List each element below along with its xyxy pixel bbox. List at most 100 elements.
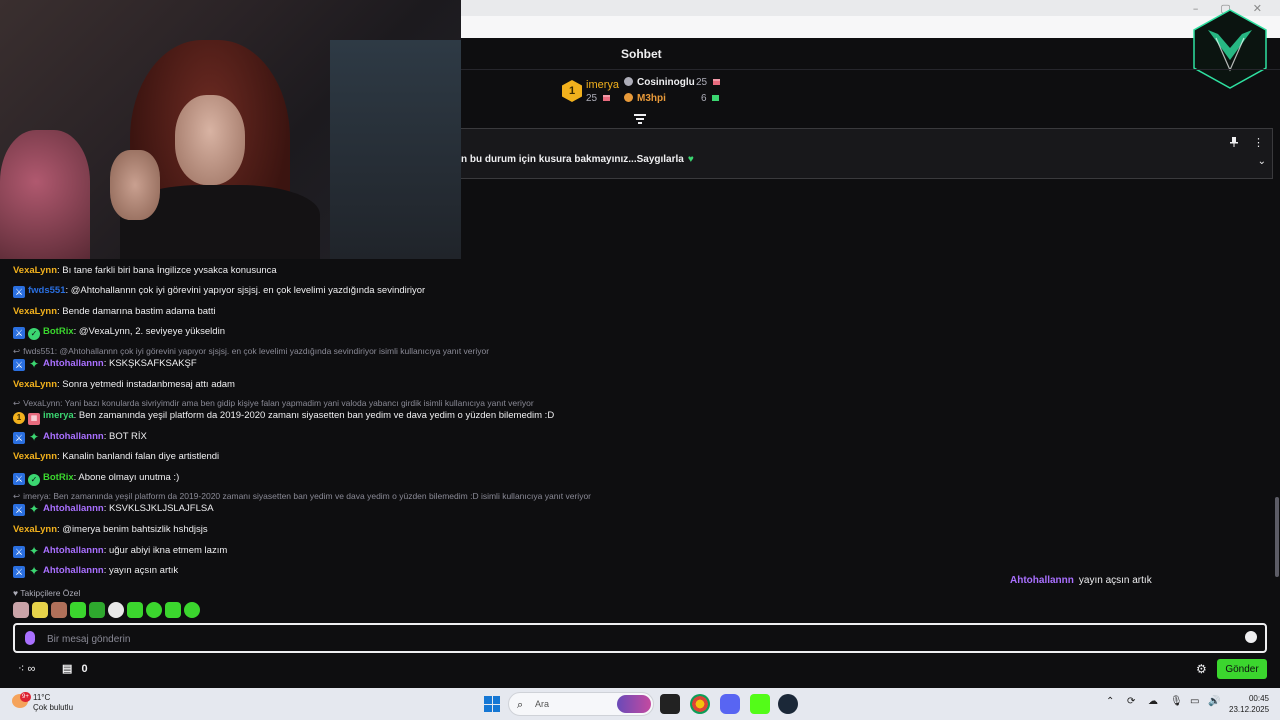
chat-message: ⚔ ✦ Ahtohallannn: uğur abiyi ikna etmem la… [13, 545, 227, 558]
cloud-off-icon[interactable]: ☁ [1148, 696, 1158, 707]
gift-badge-icon: ▦ [28, 413, 40, 425]
chat-username[interactable]: imerya [43, 410, 74, 421]
chat-username[interactable]: fwds551 [28, 285, 66, 296]
leader-first-name[interactable]: imerya [586, 79, 619, 91]
chat-username[interactable]: Ahtohallannn [43, 545, 104, 556]
reply-context[interactable]: ↩ VexaLynn: Yani bazı konularda sivriyimd… [13, 398, 534, 409]
chat-username[interactable]: BotRix [43, 326, 74, 337]
chat-username[interactable]: VexaLynn [13, 379, 57, 390]
weather-temp: 11°C [33, 693, 51, 702]
chevron-down-icon[interactable]: ⌄ [1258, 156, 1266, 167]
leader-third[interactable]: M3hpi [624, 93, 666, 104]
clock[interactable]: 00:45 23.12.2025 [1229, 693, 1269, 715]
chat-text: : Bı tane farkli biri bana İngilizce yvs… [57, 265, 277, 276]
chat-username[interactable]: Ahtohallannn [43, 358, 104, 369]
emote-green-2-icon[interactable] [89, 602, 105, 618]
leader-second-count: 25 [696, 77, 708, 88]
chat-username[interactable]: BotRix [43, 472, 74, 483]
chat-text: : yayın açsın artık [103, 565, 179, 576]
leader-first-count: 25 [586, 93, 598, 104]
chrome-icon[interactable] [690, 694, 710, 714]
chat-input[interactable] [47, 630, 1227, 648]
reply-arrow-icon: ↩ [13, 347, 21, 357]
chat-text: : KSVKLSJKLJSLAJFLSA [103, 503, 214, 514]
search-label: Ara [535, 699, 550, 709]
taskbar-search[interactable]: ⌕ Ara [508, 692, 654, 716]
leader-second-name: Cosininoglu [637, 77, 695, 88]
gear-icon[interactable]: ⚙ [1196, 662, 1207, 676]
emoji-icon[interactable] [1245, 631, 1257, 643]
moderator-badge-icon: ⚔ [13, 359, 25, 371]
chat-text: : Sonra yetmedi instadanbmesaj attı adam [57, 379, 235, 390]
chat-message: VexaLynn: Sonra yetmedi instadanbmesaj a… [13, 379, 235, 390]
browser-chrome: – ▢ ✕ [461, 0, 1280, 38]
channel-points[interactable]: ⁖ ∞ [18, 662, 35, 675]
pinned-body: n bu durum için kusura bakmayınız...Sayg… [461, 154, 684, 165]
leader-second[interactable]: Cosininoglu [624, 77, 695, 88]
chat-message: ⚔ ✦ Ahtohallannn: KSKŞKSAFKSAKŞF [13, 358, 197, 371]
chat-text: : Ben zamanında yeşil platform da 2019-2… [73, 410, 555, 421]
chat-username[interactable]: Ahtohallannn [43, 503, 104, 514]
leader-second-value: 25 [696, 77, 720, 88]
chat-text: : Abone olmayı unutma :) [73, 472, 180, 483]
followers-label-text: Takipçilere Özel [20, 588, 81, 598]
emote-green-4-icon[interactable] [146, 602, 162, 618]
file-manager-icon[interactable] [660, 694, 680, 714]
kick-icon[interactable] [750, 694, 770, 714]
sparkle-badge-icon: ✦ [28, 502, 40, 516]
verified-badge-icon: ✓ [28, 474, 40, 486]
address-bar[interactable] [461, 16, 1280, 38]
discord-icon[interactable] [720, 694, 740, 714]
rank-badge: 1 [562, 80, 582, 102]
streamer-hand [110, 150, 160, 220]
chat-text: : @VexaLynn, 2. seviyeye yükseldin [73, 326, 225, 337]
alert-username: Ahtohallannn [1010, 575, 1074, 586]
sort-icon[interactable] [634, 114, 646, 124]
chat-username[interactable]: VexaLynn [13, 265, 57, 276]
pin-icon[interactable] [1230, 137, 1238, 147]
moderator-badge-icon: ⚔ [13, 286, 25, 298]
sparkle-badge-icon: ✦ [28, 544, 40, 558]
pinned-message[interactable]: n bu durum için kusura bakmayınız...Sayg… [461, 128, 1273, 179]
start-icon[interactable] [484, 696, 500, 712]
rank-badge-icon: 1 [13, 412, 25, 424]
chat-username[interactable]: VexaLynn [13, 451, 57, 462]
microphone-icon[interactable] [25, 631, 35, 645]
chat-username[interactable]: VexaLynn [13, 306, 57, 317]
emote-cat-icon[interactable] [13, 602, 29, 618]
send-button[interactable]: Gönder [1217, 659, 1267, 679]
store-counter[interactable]: ▤ 0 [62, 662, 88, 675]
reply-arrow-icon: ↩ [13, 492, 21, 502]
chat-username[interactable]: VexaLynn [13, 524, 57, 535]
emote-banana-icon[interactable] [32, 602, 48, 618]
room-background [330, 40, 461, 259]
chat-scrollbar[interactable] [1275, 497, 1279, 577]
store-count: 0 [81, 663, 88, 675]
emote-green-3-icon[interactable] [127, 602, 143, 618]
sync-icon[interactable]: ⟳ [1127, 696, 1135, 707]
steam-icon[interactable] [778, 694, 798, 714]
reply-context[interactable]: ↩ imerya: Ben zamanında yeşil platform da… [13, 491, 591, 502]
emote-skull-icon[interactable] [108, 602, 124, 618]
chevron-up-icon[interactable]: ⌃ [1106, 696, 1114, 707]
more-options-icon[interactable]: ⋮ [1253, 136, 1264, 149]
heart-icon: ♥ [687, 154, 694, 165]
chat-username[interactable]: Ahtohallannn [43, 565, 104, 576]
leader-third-value: 6 [701, 93, 720, 104]
volume-icon[interactable]: 🔊 [1208, 696, 1220, 707]
chat-text: : Bende damarına bastim adama batti [57, 306, 216, 317]
network-icon[interactable]: ▭ [1190, 696, 1199, 707]
emote-green-5-icon[interactable] [165, 602, 181, 618]
chat-username[interactable]: Ahtohallannn [43, 431, 104, 442]
emote-green-1-icon[interactable] [70, 602, 86, 618]
microphone-tray-icon[interactable]: 🎙 [1170, 696, 1183, 707]
points-icon: ⁖ [18, 663, 25, 675]
emote-green-6-icon[interactable] [184, 602, 200, 618]
search-highlight-icon [617, 695, 651, 713]
reply-context[interactable]: ↩ fwds551: @Ahtohallannn çok iyi görevini… [13, 346, 489, 357]
alert-text: yayın açsın artık [1078, 575, 1152, 586]
moderator-badge-icon: ⚔ [13, 504, 25, 516]
emote-face-icon[interactable] [51, 602, 67, 618]
chat-header: Sohbet [461, 38, 1280, 70]
gift-icon [602, 95, 610, 101]
